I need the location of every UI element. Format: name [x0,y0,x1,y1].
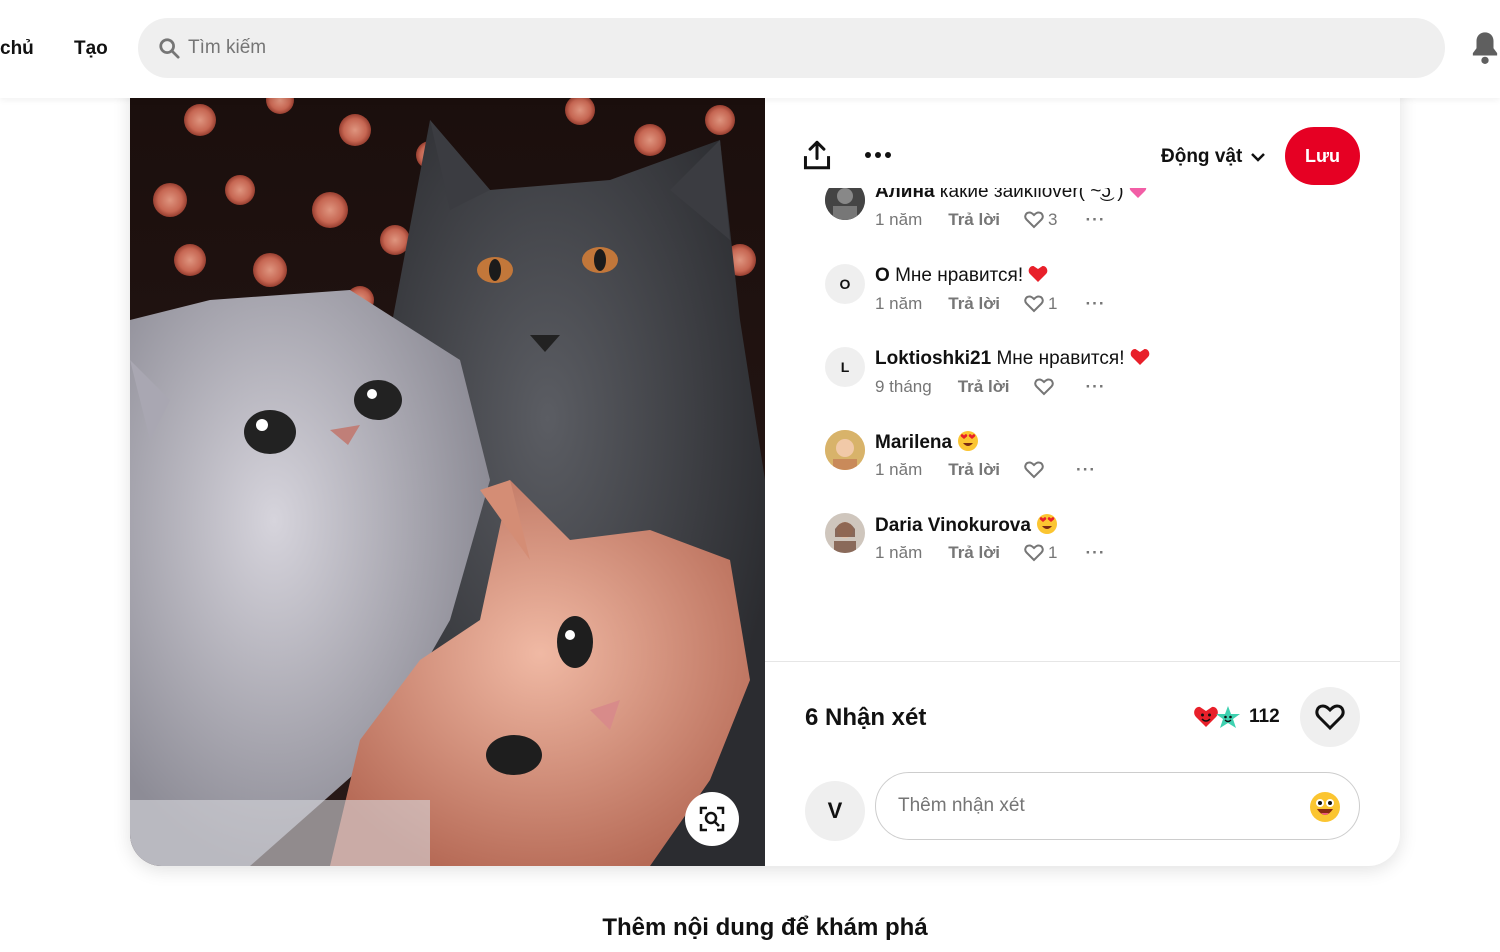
user-photo-icon [825,513,865,553]
comment-author[interactable]: Loktioshki21 [875,348,991,369]
current-user-avatar[interactable]: V [805,781,865,841]
heart-eyes-emoji-icon [1037,514,1058,534]
share-icon[interactable] [803,140,831,170]
comment-time: 1 năm [875,543,923,562]
pin-card: Động vật Lưu Алина какие заиkilover( ~͜ʖ… [130,60,1400,866]
heart-outline-icon [1024,461,1044,479]
nav-home-link[interactable]: chủ [0,38,34,60]
reply-button[interactable]: Trả lời [948,294,1000,314]
notifications-bell-icon[interactable] [1470,30,1500,64]
avatar[interactable] [825,513,865,553]
comment-body: Мне нравится! [996,348,1125,369]
like-count: 1 [1048,543,1058,562]
nav-create-link[interactable]: Tạo [74,38,108,60]
comment-text: Loktioshki21 Мне нравится! [875,347,1150,371]
comment-count: 6 Nhận xét [805,704,927,731]
reactions-summary[interactable]: 112 [1193,705,1280,729]
comment-time: 9 tháng [875,377,932,396]
reply-button[interactable]: Trả lời [948,460,1000,480]
like-button[interactable] [1024,461,1048,479]
search-icon [159,38,180,59]
heart-outline-icon [1024,544,1044,562]
comment-more-icon[interactable]: ··· [1086,377,1106,397]
like-button[interactable]: 3 [1024,210,1058,230]
comment-text: Daria Vinokurova [875,513,1058,538]
pin-details-panel: Động vật Lưu Алина какие заиkilover( ~͜ʖ… [765,60,1400,866]
reply-button[interactable]: Trả lời [948,210,1000,230]
like-count: 1 [1048,294,1058,313]
comment-text: Алина какие заиkilover( ~͜ʖ˘) [875,188,1147,204]
pin-image[interactable] [130,60,765,866]
like-button[interactable]: 1 [1024,294,1058,314]
comment-author[interactable]: Marilena [875,432,952,453]
reply-button[interactable]: Trả lời [948,543,1000,563]
avatar[interactable]: L [825,347,865,387]
comment-item: Marilena 1 năm Trả lời ··· [825,430,1385,500]
heart-outline-icon [1024,211,1044,229]
pink-heart-icon [1129,188,1147,198]
divider [765,661,1400,662]
comments-list: Алина какие заиkilover( ~͜ʖ˘) 1 năm Trả … [765,188,1400,658]
comment-author[interactable]: O [875,265,890,286]
comment-author[interactable]: Daria Vinokurova [875,515,1031,536]
comment-text: Marilena [875,430,979,455]
emoji-picker-icon[interactable] [1309,791,1341,823]
board-dropdown[interactable]: Động vật [1161,146,1266,168]
red-heart-icon [1130,348,1150,365]
avatar[interactable]: O [825,264,865,304]
save-button[interactable]: Lưu [1285,127,1360,185]
star-reaction-icon [1216,706,1240,728]
like-button[interactable] [1033,378,1058,396]
comment-meta: 1 năm Trả lời 3 ··· [875,210,1105,230]
more-options-icon[interactable] [863,146,893,164]
chevron-down-icon [1251,153,1266,162]
heart-outline-icon [1024,295,1044,313]
comment-more-icon[interactable]: ··· [1086,210,1106,230]
avatar[interactable] [825,188,865,220]
heart-outline-icon [1315,704,1345,731]
comment-item: O O Мне нравится! 1 năm Trả lời 1 ··· [825,264,1385,334]
comment-more-icon[interactable]: ··· [1086,294,1106,314]
comment-time: 1 năm [875,294,923,313]
comment-meta: 1 năm Trả lời 1 ··· [875,543,1105,563]
search-input[interactable] [188,18,1388,78]
comment-item: Daria Vinokurova 1 năm Trả lời 1 ··· [825,513,1385,583]
like-button[interactable]: 1 [1024,543,1058,563]
comment-body: Мне нравится! [895,265,1024,286]
visual-search-icon [699,806,725,832]
like-count: 3 [1048,210,1058,229]
comment-time: 1 năm [875,210,923,229]
search-bar[interactable] [138,18,1445,78]
explore-more-title: Thêm nội dung để khám phá [602,914,928,941]
visual-search-button[interactable] [685,792,739,846]
user-photo-icon [825,430,865,470]
heart-eyes-emoji-icon [958,431,979,451]
comment-item: Алина какие заиkilover( ~͜ʖ˘) 1 năm Trả … [825,188,1385,250]
board-label: Động vật [1161,146,1243,167]
cats-photo [130,60,765,866]
comment-input[interactable] [898,773,1298,839]
user-photo-icon [825,188,865,220]
comment-text: O Мне нравится! [875,264,1048,288]
comment-meta: 1 năm Trả lời 1 ··· [875,294,1105,314]
comment-body: какие заиkilover( ~͜ʖ˘) [939,188,1124,202]
reply-button[interactable]: Trả lời [958,377,1010,397]
comment-more-icon[interactable]: ··· [1086,543,1106,563]
comment-author[interactable]: Алина [875,188,935,202]
avatar[interactable] [825,430,865,470]
comment-meta: 9 tháng Trả lời ··· [875,377,1106,397]
comment-time: 1 năm [875,460,923,479]
react-button[interactable] [1300,687,1360,747]
reaction-count: 112 [1249,706,1280,727]
comment-meta: 1 năm Trả lời ··· [875,460,1096,480]
top-bar: chủ Tạo [0,0,1500,98]
heart-outline-icon [1033,378,1054,396]
comment-more-icon[interactable]: ··· [1076,460,1096,480]
comment-field[interactable] [875,772,1360,840]
red-heart-icon [1029,265,1048,282]
comment-item: L Loktioshki21 Мне нравится! 9 tháng Trả… [825,347,1385,417]
